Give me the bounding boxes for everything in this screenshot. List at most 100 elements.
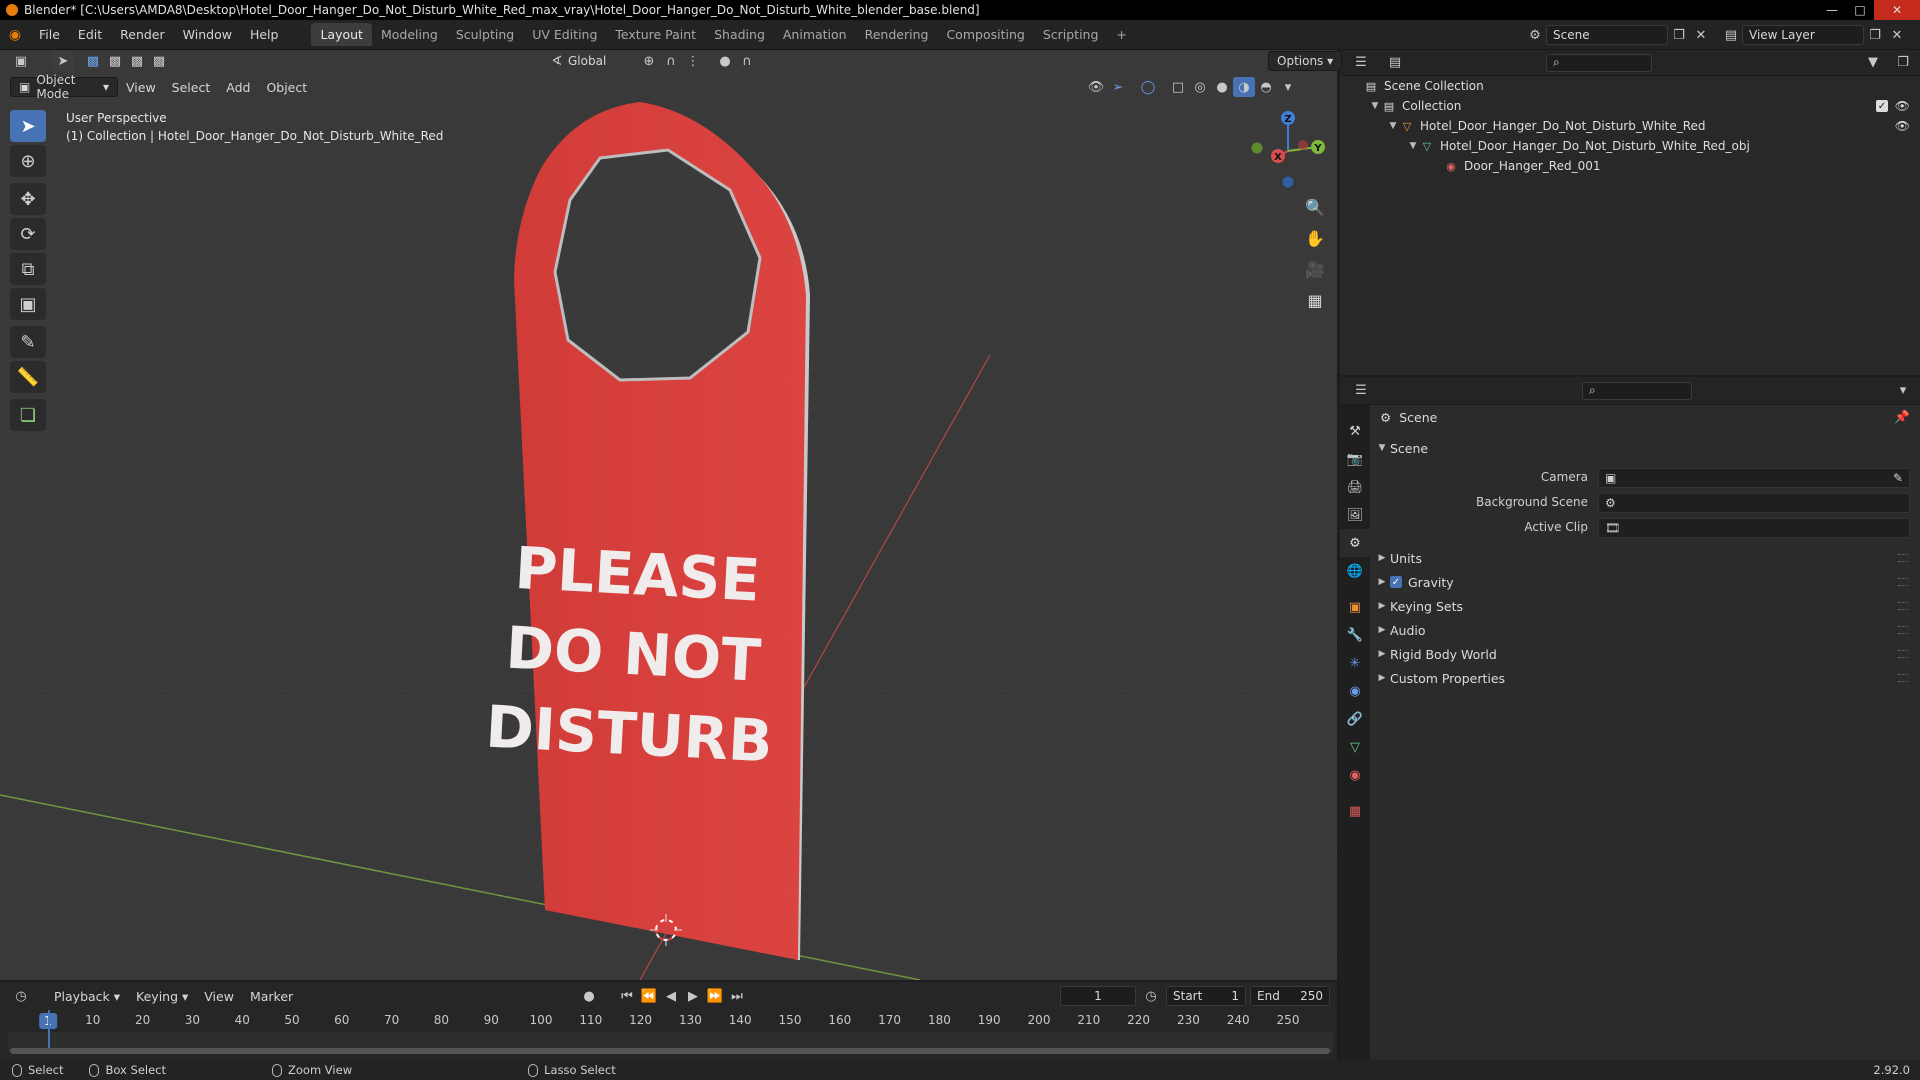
add-cube-tool-icon[interactable]: ❏ (10, 399, 46, 431)
current-frame-field[interactable]: 1 (1060, 986, 1136, 1006)
texture-tab-icon[interactable]: ▦ (1340, 797, 1370, 825)
background-scene-field[interactable]: ⚙ (1598, 493, 1910, 513)
tab-uv-editing[interactable]: UV Editing (523, 23, 606, 46)
outliner-row-object[interactable]: ▼ ▽ Hotel_Door_Hanger_Do_Not_Disturb_Whi… (1340, 116, 1920, 136)
expand-object-icon[interactable]: ▼ (1386, 121, 1400, 131)
timeline-editor-type-icon[interactable]: ◷ (10, 986, 32, 1006)
menu-help[interactable]: Help (241, 27, 288, 42)
gizmo-toggle-icon[interactable]: ➢ (1107, 77, 1129, 97)
annotate-tool-icon[interactable]: ✎ (10, 326, 46, 358)
collection-checkbox[interactable]: ✓ (1876, 100, 1888, 112)
constraints-tab-icon[interactable]: 🔗 (1340, 705, 1370, 733)
units-panel-header[interactable]: ▶ Units (1374, 546, 1914, 570)
cursor-tool-icon[interactable]: ⊕ (10, 145, 46, 177)
properties-search-input[interactable]: ⌕ (1582, 381, 1692, 400)
tool-tab-icon[interactable]: ⚒ (1340, 417, 1370, 445)
measure-tool-icon[interactable]: 📏 (10, 361, 46, 393)
playhead[interactable] (48, 1010, 50, 1052)
rigid-body-world-panel-header[interactable]: ▶ Rigid Body World (1374, 642, 1914, 666)
custom-properties-expand-icon[interactable]: ▶ (1374, 673, 1390, 683)
tab-compositing[interactable]: Compositing (937, 23, 1033, 46)
menu-edit[interactable]: Edit (69, 27, 111, 42)
tab-animation[interactable]: Animation (774, 23, 856, 46)
keying-sets-panel-header[interactable]: ▶ Keying Sets (1374, 594, 1914, 618)
pivot-icon[interactable]: ⊕ (638, 51, 660, 71)
next-keyframe-icon[interactable]: ⏩ (704, 986, 726, 1006)
select-tool-icon[interactable]: ➤ (10, 110, 46, 142)
units-expand-icon[interactable]: ▶ (1374, 553, 1390, 563)
blender-menu-icon[interactable]: ◉ (0, 27, 30, 43)
timeline-ruler[interactable]: 1102030405060708090100110120130140150160… (8, 1010, 1333, 1032)
outliner-search-input[interactable]: ⌕ (1546, 53, 1652, 72)
output-tab-icon[interactable]: 🖨 (1340, 473, 1370, 501)
timeline-menu-keying[interactable]: Keying ▾ (128, 989, 196, 1004)
remove-scene-icon[interactable]: ✕ (1690, 25, 1712, 45)
material-tab-icon[interactable]: ◉ (1340, 761, 1370, 789)
gravity-panel-header[interactable]: ▶ ✓ Gravity (1374, 570, 1914, 594)
scene-panel-collapse-icon[interactable]: ▼ (1374, 443, 1390, 453)
wireframe-shading-icon[interactable]: ◎ (1189, 77, 1211, 97)
viewport-menu-object[interactable]: Object (258, 80, 315, 95)
pan-hand-icon[interactable]: ✋ (1300, 223, 1330, 253)
view-layer-tab-icon[interactable]: 🖼 (1340, 501, 1370, 529)
view-layer-icon[interactable]: ▤ (1720, 25, 1742, 45)
new-collection-icon[interactable]: ❐ (1892, 53, 1914, 73)
end-frame-field[interactable]: End 250 (1250, 986, 1330, 1006)
outliner-scene-collection[interactable]: ▤ Scene Collection (1340, 76, 1920, 96)
play-reverse-icon[interactable]: ◀ (660, 986, 682, 1006)
audio-expand-icon[interactable]: ▶ (1374, 625, 1390, 635)
object-mode-dropdown[interactable]: ▣ Object Mode ▾ (10, 73, 118, 101)
menu-render[interactable]: Render (111, 27, 174, 42)
snap-target-icon[interactable]: ⋮ (682, 51, 704, 71)
new-view-layer-icon[interactable]: ❐ (1864, 25, 1886, 45)
viewport-menu-view[interactable]: View (118, 80, 164, 95)
material-shading-icon[interactable]: ◑ (1233, 77, 1255, 97)
timeline-menu-view[interactable]: View (196, 989, 242, 1004)
outliner-row-material[interactable]: ◉ Door_Hanger_Red_001 (1340, 156, 1920, 176)
modifier-tab-icon[interactable]: 🔧 (1340, 621, 1370, 649)
tab-rendering[interactable]: Rendering (856, 23, 938, 46)
select-mode-icon[interactable]: ➤ (52, 51, 74, 71)
outliner-row-mesh[interactable]: ▼ ▽ Hotel_Door_Hanger_Do_Not_Disturb_Whi… (1340, 136, 1920, 156)
jump-end-icon[interactable]: ⏭ (726, 986, 748, 1006)
transform-orientation-dropdown[interactable]: Global (568, 54, 638, 68)
render-tab-icon[interactable]: 📷 (1340, 445, 1370, 473)
rotate-tool-icon[interactable]: ⟳ (10, 218, 46, 250)
3d-viewport[interactable]: PLEASE DO NOT DISTURB (0, 50, 1337, 980)
extend-select-mode-icon[interactable]: ▩ (104, 51, 126, 71)
camera-field[interactable]: ▣ ✎ (1598, 468, 1910, 488)
minimize-icon[interactable]: — (1818, 0, 1846, 20)
prev-keyframe-icon[interactable]: ⏪ (638, 986, 660, 1006)
expand-collection-icon[interactable]: ▼ (1368, 101, 1382, 111)
keying-sets-expand-icon[interactable]: ▶ (1374, 601, 1390, 611)
tab-shading[interactable]: Shading (705, 23, 774, 46)
collection-visibility-icon[interactable]: 👁 (1895, 99, 1910, 113)
proportional-edit-icon[interactable]: ● (714, 51, 736, 71)
scene-tab-icon[interactable]: ⚙ (1340, 529, 1370, 557)
record-icon[interactable]: ● (578, 986, 600, 1006)
timeline-scrollbar[interactable] (10, 1048, 1330, 1054)
falloff-icon[interactable]: ∩ (736, 51, 758, 71)
shading-options-icon[interactable]: ▾ (1277, 77, 1299, 97)
scale-tool-icon[interactable]: ⧉ (10, 253, 46, 285)
visibility-icon[interactable]: 👁 (1085, 77, 1107, 97)
properties-editor-type-icon[interactable]: ☰ (1350, 381, 1372, 401)
preview-range-icon[interactable]: ◷ (1140, 986, 1162, 1006)
gravity-checkbox[interactable]: ✓ (1390, 576, 1402, 588)
scene-icon[interactable]: ⚙ (1524, 25, 1546, 45)
orientation-icon[interactable]: ∢ (546, 51, 568, 71)
tab-layout[interactable]: Layout (311, 23, 372, 46)
remove-view-layer-icon[interactable]: ✕ (1886, 25, 1908, 45)
zoom-icon[interactable]: 🔍 (1300, 192, 1330, 222)
subtract-select-mode-icon[interactable]: ▩ (126, 51, 148, 71)
properties-options-icon[interactable]: ▾ (1892, 381, 1914, 401)
eyedropper-icon[interactable]: ✎ (1893, 471, 1903, 485)
tab-texture-paint[interactable]: Texture Paint (606, 23, 705, 46)
pin-icon[interactable]: 📌 (1894, 409, 1910, 425)
active-clip-field[interactable]: 🎞 (1598, 518, 1910, 538)
audio-panel-header[interactable]: ▶ Audio (1374, 618, 1914, 642)
view-layer-selector[interactable]: View Layer (1742, 25, 1864, 45)
display-mode-icon[interactable]: ▤ (1384, 53, 1406, 73)
jump-start-icon[interactable]: ⏮ (616, 986, 638, 1006)
move-tool-icon[interactable]: ✥ (10, 183, 46, 215)
